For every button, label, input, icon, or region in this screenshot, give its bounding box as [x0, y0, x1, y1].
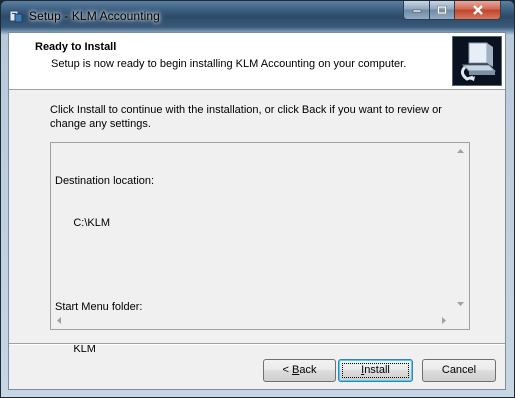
- minimize-button[interactable]: [403, 1, 430, 20]
- computer-install-icon: [452, 36, 502, 86]
- scroll-up-icon[interactable]: [457, 149, 464, 153]
- minimize-icon: [412, 9, 421, 13]
- scrollbar-corner: [452, 312, 469, 329]
- intro-text: Click Install to continue with the insta…: [50, 104, 442, 130]
- page-title: Ready to Install: [35, 41, 117, 53]
- window-title: Setup - KLM Accounting: [29, 9, 160, 23]
- horizontal-scrollbar[interactable]: [51, 312, 452, 329]
- focus-rect: [342, 363, 409, 378]
- maximize-icon: [437, 5, 447, 15]
- title-bar[interactable]: Setup - KLM Accounting: [1, 1, 514, 31]
- install-button[interactable]: Install: [338, 359, 413, 382]
- scroll-left-icon[interactable]: [57, 317, 61, 324]
- memo-line: Destination location:: [55, 175, 155, 187]
- memo-content: Destination location: C:\KLM Start Menu …: [55, 146, 154, 384]
- close-icon: [472, 5, 483, 15]
- back-button[interactable]: < Back: [263, 359, 336, 382]
- vertical-scrollbar[interactable]: [452, 143, 469, 312]
- ready-memo[interactable]: Destination location: C:\KLM Start Menu …: [50, 142, 470, 355]
- back-button-label: < Back: [282, 364, 317, 376]
- memo-line: C:\KLM: [55, 217, 111, 229]
- memo-line: [55, 258, 154, 272]
- button-separator: [9, 343, 505, 345]
- wizard-header: Ready to Install Setup is now ready to b…: [9, 33, 505, 90]
- setup-window: Setup - KLM Accounting Ready to Install …: [0, 0, 515, 398]
- page-subtitle: Setup is now ready to begin installing K…: [51, 58, 407, 70]
- close-button[interactable]: [454, 1, 501, 20]
- wizard-body: Ready to Install Setup is now ready to b…: [8, 32, 506, 390]
- maximize-button[interactable]: [429, 1, 455, 20]
- scroll-down-icon[interactable]: [457, 302, 464, 306]
- setup-icon: [9, 9, 23, 23]
- cancel-button[interactable]: Cancel: [422, 359, 496, 382]
- scroll-right-icon[interactable]: [442, 317, 446, 324]
